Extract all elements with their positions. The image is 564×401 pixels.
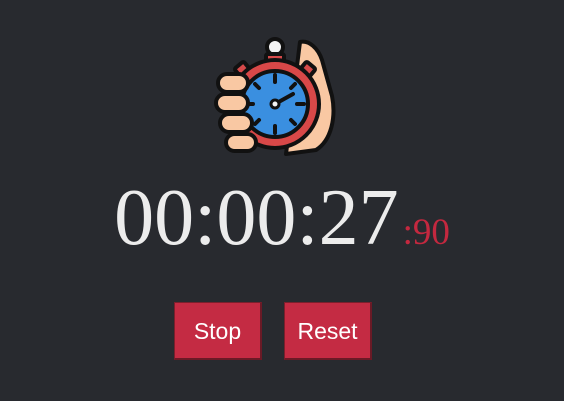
reset-button[interactable]: Reset [284,302,372,360]
stopwatch-app: 00:00:27:90 Stop Reset [0,0,564,401]
timer-display: 00:00:27:90 [0,178,564,268]
stopwatch-in-hand-icon [214,37,336,156]
timer-milliseconds: :90 [402,212,450,253]
timer-main: 00:00:27 [114,174,399,262]
stop-button[interactable]: Stop [174,302,262,360]
